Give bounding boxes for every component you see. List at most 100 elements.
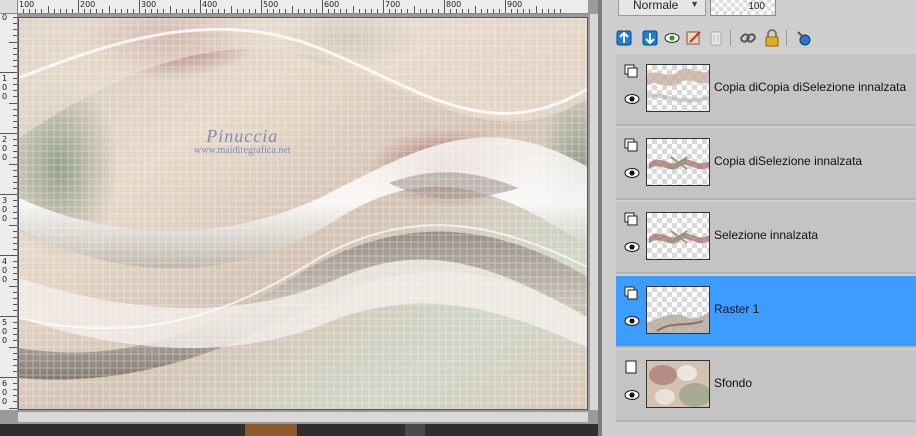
canvas-artwork bbox=[19, 18, 587, 409]
layer-row[interactable]: Raster 1 bbox=[616, 276, 916, 348]
ruler-tick bbox=[224, 9, 226, 13]
ruler-tick bbox=[151, 9, 153, 13]
ruler-tick bbox=[13, 236, 17, 238]
ruler-tick bbox=[13, 65, 17, 67]
ruler-corner bbox=[0, 0, 18, 14]
new-mask-layer-icon[interactable] bbox=[662, 28, 682, 48]
ruler-tick bbox=[13, 169, 17, 171]
layer-thumbnail[interactable] bbox=[646, 138, 710, 186]
ruler-tick bbox=[346, 9, 348, 13]
ruler-tick bbox=[9, 346, 17, 348]
ruler-tick bbox=[13, 157, 17, 159]
ruler-tick bbox=[0, 377, 17, 378]
ruler-tick bbox=[13, 267, 17, 269]
ruler-tick bbox=[193, 9, 195, 13]
new-vector-layer-icon[interactable] bbox=[640, 28, 660, 48]
eye-icon[interactable] bbox=[624, 388, 640, 400]
ruler-tick bbox=[559, 9, 561, 13]
layer-group-icon[interactable] bbox=[624, 360, 638, 374]
image-canvas[interactable]: Pinuccia www.maidiregrafica.net bbox=[18, 17, 588, 410]
ruler-tick bbox=[297, 9, 299, 13]
ruler-tick bbox=[13, 328, 17, 330]
ruler-tick bbox=[425, 9, 427, 13]
opacity-field[interactable]: 100 bbox=[710, 0, 776, 16]
ruler-tick bbox=[13, 242, 17, 244]
blend-mode-select[interactable]: Normale ▼ bbox=[618, 0, 706, 16]
ruler-tick bbox=[13, 96, 17, 98]
ruler-tick bbox=[13, 145, 17, 147]
eye-icon[interactable] bbox=[624, 240, 640, 252]
ruler-tick bbox=[236, 9, 238, 13]
vertical-scrollbar[interactable] bbox=[590, 14, 598, 410]
layer-thumbnail[interactable] bbox=[646, 64, 710, 112]
ruler-tick bbox=[0, 194, 17, 195]
ruler-tick bbox=[9, 224, 17, 226]
properties-icon[interactable] bbox=[684, 28, 704, 48]
eye-icon[interactable] bbox=[624, 314, 640, 326]
ruler-tick bbox=[13, 218, 17, 220]
link-icon[interactable] bbox=[738, 28, 758, 48]
ruler-tick bbox=[242, 9, 244, 13]
ruler-tick bbox=[9, 407, 17, 409]
delete-layer-icon[interactable] bbox=[706, 28, 726, 48]
edit-selection-icon[interactable] bbox=[794, 28, 814, 48]
ruler-tick bbox=[41, 9, 43, 13]
layer-row[interactable]: Selezione innalzata bbox=[616, 202, 916, 274]
ruler-tick bbox=[187, 9, 189, 13]
layer-thumbnail[interactable] bbox=[646, 286, 710, 334]
ruler-tick bbox=[13, 108, 17, 110]
ruler-tick bbox=[65, 9, 67, 13]
ruler-tick bbox=[132, 9, 134, 13]
ruler-tick bbox=[431, 9, 433, 13]
ruler-tick bbox=[13, 23, 17, 25]
ruler-tick bbox=[0, 133, 17, 134]
ruler-tick bbox=[13, 120, 17, 122]
ruler-tick bbox=[29, 9, 31, 13]
ruler-tick bbox=[13, 35, 17, 37]
image-workspace: 0 100 200 300 400 500 600 700 800 900 0 1 0 0 2 0 0… bbox=[0, 0, 600, 436]
ruler-tick bbox=[13, 291, 17, 293]
ruler-tick bbox=[139, 0, 140, 13]
layer-group-icon[interactable] bbox=[624, 286, 638, 300]
chevron-down-icon: ▼ bbox=[690, 0, 699, 9]
layer-row[interactable]: Sfondo bbox=[616, 350, 916, 422]
ruler-tick bbox=[456, 9, 458, 13]
ruler-tick bbox=[230, 6, 232, 13]
ruler-tick bbox=[114, 9, 116, 13]
layer-group-icon[interactable] bbox=[624, 64, 638, 78]
layer-group-icon[interactable] bbox=[624, 138, 638, 152]
ruler-tick bbox=[358, 9, 360, 13]
ruler-tick bbox=[0, 255, 17, 256]
eye-icon[interactable] bbox=[624, 166, 640, 178]
layer-thumbnail[interactable] bbox=[646, 212, 710, 260]
ruler-tick bbox=[102, 9, 104, 13]
ruler-tick bbox=[13, 230, 17, 232]
ruler-tick bbox=[401, 9, 403, 13]
ruler-tick bbox=[13, 358, 17, 360]
ruler-tick bbox=[254, 9, 256, 13]
ruler-tick bbox=[13, 401, 17, 403]
ruler-label: 1 0 0 bbox=[2, 74, 8, 101]
horizontal-scrollbar[interactable] bbox=[18, 412, 588, 422]
layer-row[interactable]: Copia diSelezione innalzata bbox=[616, 128, 916, 200]
layer-row[interactable]: Copia diCopia diSelezione innalzata bbox=[616, 54, 916, 126]
ruler-tick bbox=[352, 6, 354, 13]
eye-icon[interactable] bbox=[624, 92, 640, 104]
layer-thumbnail[interactable] bbox=[646, 360, 710, 408]
ruler-tick bbox=[553, 9, 555, 13]
ruler-tick bbox=[13, 370, 17, 372]
ruler-tick bbox=[547, 9, 549, 13]
ruler-tick bbox=[126, 9, 128, 13]
ruler-tick bbox=[13, 395, 17, 397]
new-raster-layer-icon[interactable] bbox=[614, 28, 634, 48]
layer-group-icon[interactable] bbox=[624, 212, 638, 226]
ruler-tick bbox=[23, 9, 25, 13]
ruler-label: 500 bbox=[263, 0, 279, 9]
ruler-tick bbox=[13, 297, 17, 299]
ruler-tick bbox=[523, 9, 525, 13]
ruler-tick bbox=[315, 9, 317, 13]
lock-icon[interactable] bbox=[762, 28, 782, 48]
ruler-tick bbox=[437, 9, 439, 13]
ruler-label: 400 bbox=[202, 0, 218, 9]
ruler-tick bbox=[13, 126, 17, 128]
